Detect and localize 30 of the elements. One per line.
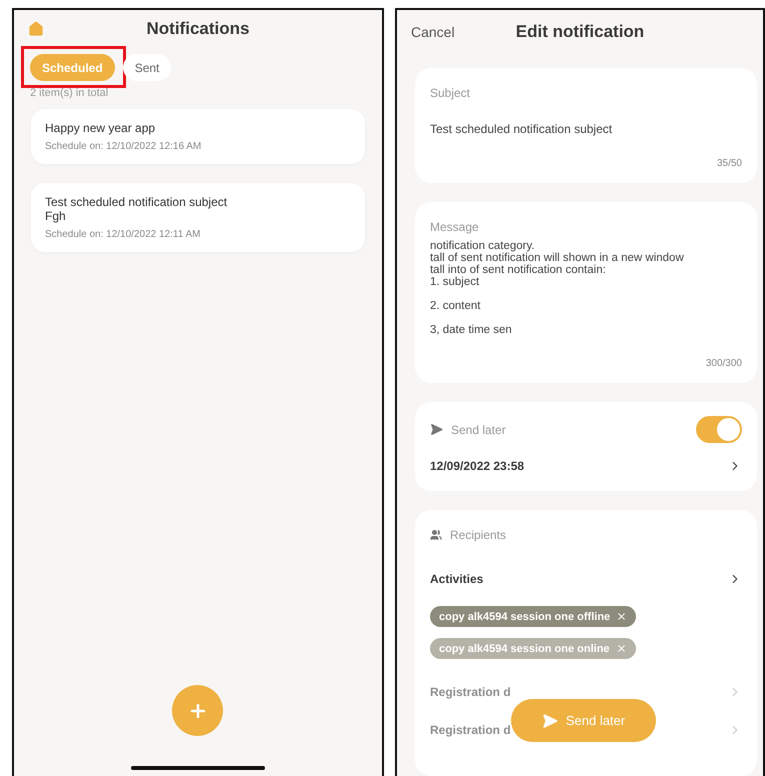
activities-row[interactable]: Activities [430, 572, 484, 586]
tab[interactable]: Sent [122, 54, 172, 81]
add-button[interactable] [172, 685, 224, 736]
screen-title: Edit notification [516, 22, 644, 42]
notification-title: Happy new year app [45, 121, 156, 135]
subject-field[interactable]: Test scheduled notification subject [430, 122, 742, 136]
char-counter: 300/300 [704, 358, 742, 369]
schedule-text: Schedule on: 12/10/2022 12:16 AM [45, 141, 202, 152]
send-icon [542, 712, 558, 728]
send-datetime[interactable]: 12/09/2022 23:58 [430, 459, 524, 473]
field-label: Message [430, 220, 480, 234]
screen-title: Notifications [146, 19, 250, 39]
item-count: 2 item(s) in total [29, 86, 110, 101]
field-label: Subject [430, 86, 472, 100]
notification-card[interactable]: Happy new year app Schedule on: 12/10/2022 12:16 AM [31, 109, 365, 164]
send-icon [430, 423, 443, 436]
home-icon[interactable] [28, 21, 44, 37]
char-counter: 35/50 [716, 158, 742, 169]
schedule-text: Schedule on: 12/10/2022 12:11 AM [45, 229, 202, 240]
send-later-toggle[interactable] [696, 416, 742, 443]
field-label: Send later [450, 422, 506, 436]
cancel-button[interactable]: Cancel [410, 24, 455, 40]
field-label: Recipients [450, 528, 506, 542]
notification-title: Fgh [45, 209, 67, 223]
notification-card[interactable]: Test scheduled notification subject Fgh Schedule on: 12/10/2022 12:11 AM [31, 183, 365, 252]
message-field[interactable]: notification category. tall of sent notification will shown in a new window tall into of sent notification contain: 1. subject 2. content 3, date time sen [430, 240, 742, 336]
people-icon [430, 529, 442, 541]
close-icon[interactable] [616, 643, 627, 654]
notification-title: Test scheduled notification subject [45, 195, 228, 209]
close-icon[interactable] [616, 611, 628, 622]
